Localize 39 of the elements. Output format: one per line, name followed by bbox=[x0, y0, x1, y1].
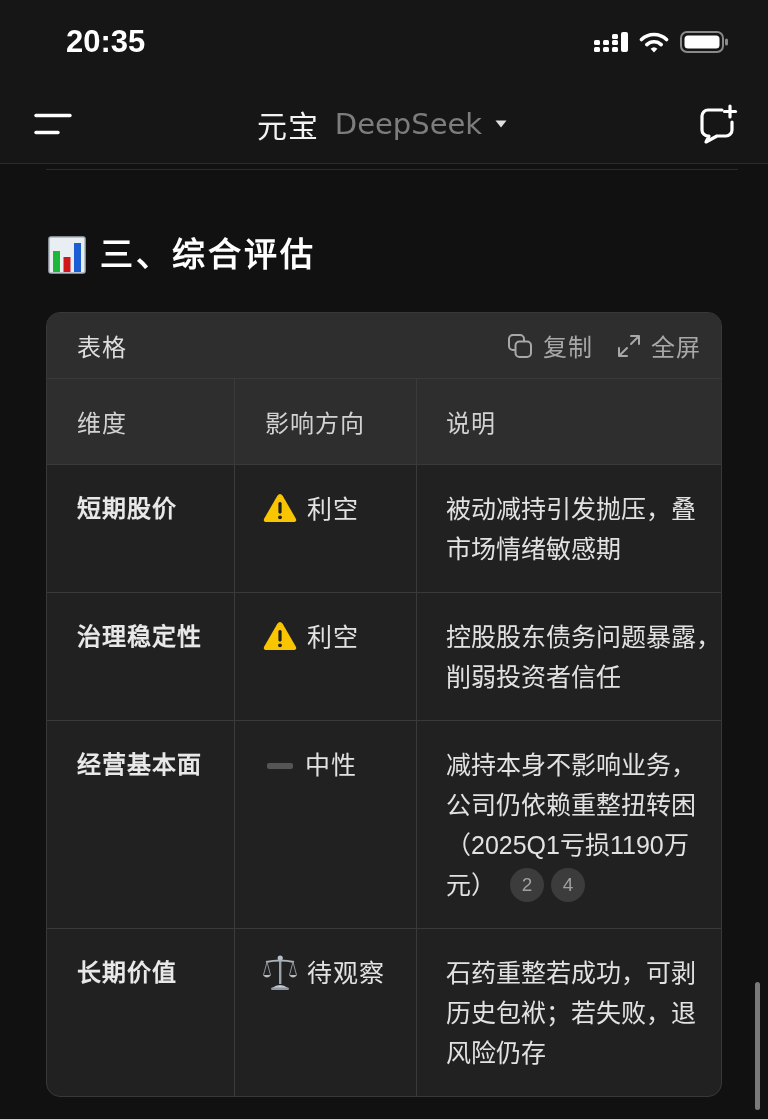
cell-text: 控股股东债务问题暴露， 削弱投资者信任 bbox=[446, 622, 721, 693]
table-cell: 治理稳定性 bbox=[47, 593, 235, 721]
signal-icon bbox=[594, 32, 628, 52]
cell-text: 元） bbox=[446, 870, 496, 901]
direction-text: 利空 bbox=[307, 622, 359, 653]
scrollbar-thumb[interactable] bbox=[755, 982, 760, 1110]
new-chat-icon[interactable] bbox=[698, 103, 738, 144]
copy-icon bbox=[507, 332, 533, 359]
table-cell: 长期价值 bbox=[47, 929, 235, 1096]
model-selector[interactable]: DeepSeek bbox=[334, 106, 508, 141]
citation-badge[interactable]: 4 bbox=[551, 868, 585, 902]
warning-icon bbox=[263, 621, 297, 651]
column-header: 影响方向 bbox=[235, 379, 417, 465]
table-label: 表格 bbox=[77, 333, 127, 363]
battery-icon bbox=[680, 31, 728, 53]
menu-icon[interactable] bbox=[34, 112, 72, 135]
column-header: 说明 bbox=[417, 379, 721, 465]
direction-text: 利空 bbox=[307, 494, 359, 525]
table-cell: 经营基本面 bbox=[47, 721, 235, 929]
cell-text: 减持本身不影响业务， 公司仍依赖重整扭转困 （2025Q1亏损1190万 bbox=[446, 750, 697, 861]
scales-icon bbox=[263, 954, 297, 990]
copy-button[interactable]: 复制 bbox=[507, 328, 593, 363]
column-header: 维度 bbox=[47, 379, 235, 465]
app-title: 元宝 bbox=[256, 108, 319, 145]
direction-text: 中性 bbox=[305, 750, 357, 781]
status-time: 20:35 bbox=[66, 24, 146, 60]
caret-icon bbox=[495, 119, 508, 128]
section-heading: 三、综合评估 bbox=[100, 235, 316, 275]
expand-icon bbox=[617, 333, 641, 358]
warning-icon bbox=[263, 493, 297, 523]
bar-chart-icon bbox=[48, 236, 86, 274]
table-cell: 短期股价 bbox=[47, 465, 235, 593]
dash-icon bbox=[267, 763, 293, 769]
cell-text: 被动减持引发抛压，叠 市场情绪敏感期 bbox=[446, 494, 697, 565]
wifi-icon bbox=[639, 31, 669, 53]
fullscreen-button[interactable]: 全屏 bbox=[617, 328, 701, 363]
cell-text: 石药重整若成功，可剥 历史包袱；若失败，退 风险仍存 bbox=[446, 958, 697, 1069]
citation-badge[interactable]: 2 bbox=[510, 868, 544, 902]
direction-text: 待观察 bbox=[307, 958, 385, 989]
